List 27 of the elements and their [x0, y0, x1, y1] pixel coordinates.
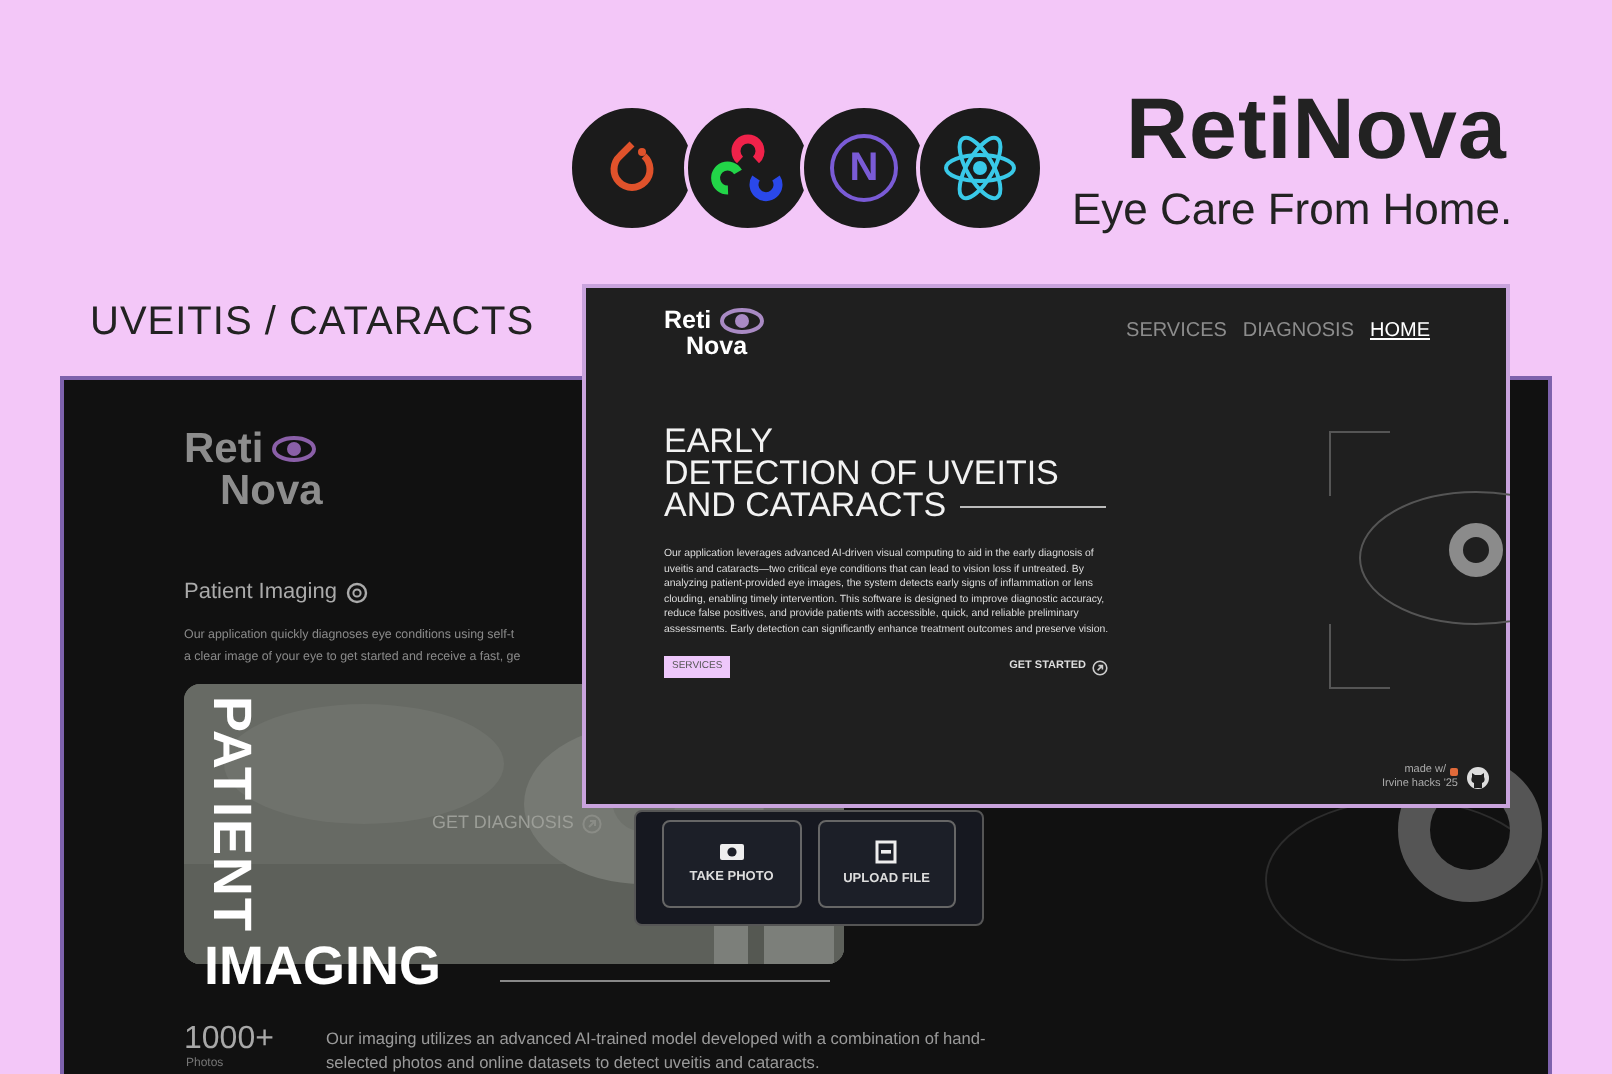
logo-text: Reti: [184, 428, 264, 470]
tagline: Eye Care From Home.: [1072, 188, 1513, 232]
nav-tab[interactable]: SERVICES: [1126, 320, 1227, 344]
file-icon: [874, 839, 899, 864]
atom-glyph: [940, 132, 1020, 204]
headline-text: EARLY: [664, 426, 773, 458]
camera-icon: [717, 840, 746, 863]
card-title: IMAGING: [204, 940, 441, 994]
eye-icon: [719, 308, 764, 334]
app-title: RetiNova: [1126, 88, 1507, 174]
logo-text: Nova: [684, 334, 750, 359]
card-title: PATIENT: [204, 696, 258, 933]
nav-tab[interactable]: DIAGNOSIS: [1242, 320, 1354, 344]
description-text: Our imaging utilizes an advanced AI-trained model developed with a combination of hand-selected photos and online datasets to detect uveitis and cataracts.: [326, 1026, 988, 1074]
stat-value: 1000+: [184, 1024, 274, 1056]
github-icon[interactable]: [1466, 766, 1490, 790]
rings-logo-glyph: [710, 132, 786, 204]
nav-tab[interactable]: HOME: [1370, 320, 1430, 344]
logo-text: Nova: [218, 470, 323, 512]
section-heading: Patient Imaging: [184, 578, 337, 608]
eye-icon: [271, 436, 316, 462]
arrow-icon: [1092, 659, 1108, 675]
headline-text: AND CATARACTS: [664, 490, 947, 522]
section-label: UVEITIS / CATARACTS: [90, 298, 535, 348]
logo-text: Reti: [664, 308, 712, 334]
headline-text: DETECTION OF UVEITIS: [664, 458, 1059, 490]
aperture-icon: [346, 581, 369, 604]
